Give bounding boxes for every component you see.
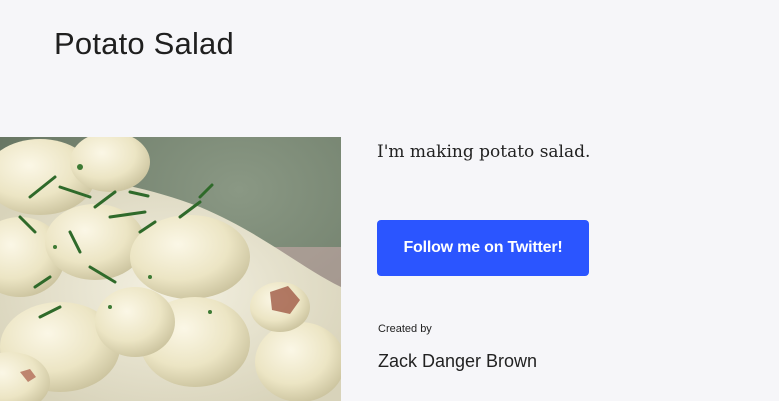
author-name: Zack Danger Brown	[378, 351, 538, 371]
follow-twitter-button[interactable]: Follow me on Twitter!	[377, 220, 589, 276]
page-title: Potato Salad	[54, 26, 234, 61]
recipe-description: I'm making potato salad.	[377, 142, 591, 162]
potato-salad-image	[0, 137, 341, 401]
created-by-label: Created by	[378, 323, 432, 335]
